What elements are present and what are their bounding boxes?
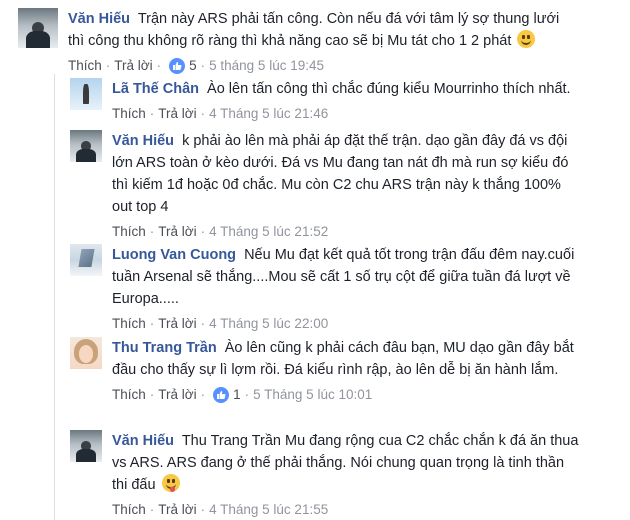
comment-actions: Thích · Trả lời · 4 Tháng 5 lúc 21:55 <box>112 500 582 520</box>
timestamp[interactable]: 4 Tháng 5 lúc 21:52 <box>209 222 328 242</box>
author-name[interactable]: Lã Thế Chân <box>112 81 199 97</box>
reply-button[interactable]: Trả lời <box>158 222 196 242</box>
reply-thread-line <box>54 74 55 520</box>
timestamp[interactable]: 4 Tháng 5 lúc 21:55 <box>209 500 328 520</box>
smile-emoji-icon <box>517 30 536 48</box>
reply-button[interactable]: Trả lời <box>158 314 196 334</box>
like-button[interactable]: Thích <box>112 500 146 520</box>
tongue-emoji-icon <box>161 474 180 492</box>
comment: Văn Hiếu Trận này ARS phải tấn công. Còn… <box>18 8 618 76</box>
like-count: 1 <box>233 387 241 402</box>
avatar[interactable] <box>70 430 102 462</box>
comment-text: k phải ào lên mà phải áp đặt thế trận. d… <box>112 133 569 215</box>
author-name[interactable]: Văn Hiếu <box>68 11 130 27</box>
reply-comment: Văn Hiếu Thu Trang Trần Mu đang rộng cua… <box>70 430 620 520</box>
thumbs-up-icon <box>169 58 186 74</box>
like-button[interactable]: Thích <box>112 104 146 124</box>
reaction-count[interactable]: 5 <box>169 56 197 76</box>
comment-actions: Thích · Trả lời · 4 Tháng 5 lúc 21:46 <box>112 104 592 124</box>
avatar[interactable] <box>70 130 102 162</box>
timestamp[interactable]: 4 Tháng 5 lúc 22:00 <box>209 314 328 334</box>
author-name[interactable]: Thu Trang Trần <box>112 340 217 356</box>
reply-comment: Lã Thế Chân Ào lên tấn công thì chắc đún… <box>70 78 620 124</box>
avatar[interactable] <box>70 78 102 110</box>
comment-actions: Thích · Trả lời · 5 · 5 tháng 5 lúc 19:4… <box>68 56 568 76</box>
comment-actions: Thích · Trả lời · 4 Tháng 5 lúc 21:52 <box>112 222 582 242</box>
reply-button[interactable]: Trả lời <box>158 500 196 520</box>
like-button[interactable]: Thích <box>68 56 102 76</box>
timestamp[interactable]: 5 Tháng 5 lúc 10:01 <box>253 385 372 405</box>
like-button[interactable]: Thích <box>112 314 146 334</box>
reaction-count[interactable]: 1 <box>213 385 241 405</box>
reply-button[interactable]: Trả lời <box>158 104 196 124</box>
reply-button[interactable]: Trả lời <box>158 385 196 405</box>
comment-text: Ào lên tấn công thì chắc đúng kiểu Mourr… <box>207 81 571 97</box>
avatar[interactable] <box>18 8 58 48</box>
comment-actions: Thích · Trả lời · 1 · 5 Tháng 5 lúc 10:0… <box>112 385 582 405</box>
reply-comment: Luong Van Cuong Nếu Mu đạt kết quả tốt t… <box>70 244 620 334</box>
reply-comment: Văn Hiếu k phải ào lên mà phải áp đặt th… <box>70 130 620 242</box>
comment-text: Thu Trang Trần Mu đang rộng cua C2 chắc … <box>112 433 579 493</box>
avatar[interactable] <box>70 244 102 276</box>
like-button[interactable]: Thích <box>112 222 146 242</box>
like-count: 5 <box>189 58 197 73</box>
timestamp[interactable]: 5 tháng 5 lúc 19:45 <box>209 56 324 76</box>
comment-text: Trận này ARS phải tấn công. Còn nếu đá v… <box>68 11 560 49</box>
reply-comment: Thu Trang Trần Ào lên cũng k phải cách đ… <box>70 337 620 405</box>
reply-button[interactable]: Trả lời <box>114 56 152 76</box>
author-name[interactable]: Văn Hiếu <box>112 133 174 149</box>
author-name[interactable]: Văn Hiếu <box>112 433 174 449</box>
timestamp[interactable]: 4 Tháng 5 lúc 21:46 <box>209 104 328 124</box>
author-name[interactable]: Luong Van Cuong <box>112 247 236 263</box>
avatar[interactable] <box>70 337 102 369</box>
comment-actions: Thích · Trả lời · 4 Tháng 5 lúc 22:00 <box>112 314 582 334</box>
like-button[interactable]: Thích <box>112 385 146 405</box>
thumbs-up-icon <box>213 387 230 403</box>
